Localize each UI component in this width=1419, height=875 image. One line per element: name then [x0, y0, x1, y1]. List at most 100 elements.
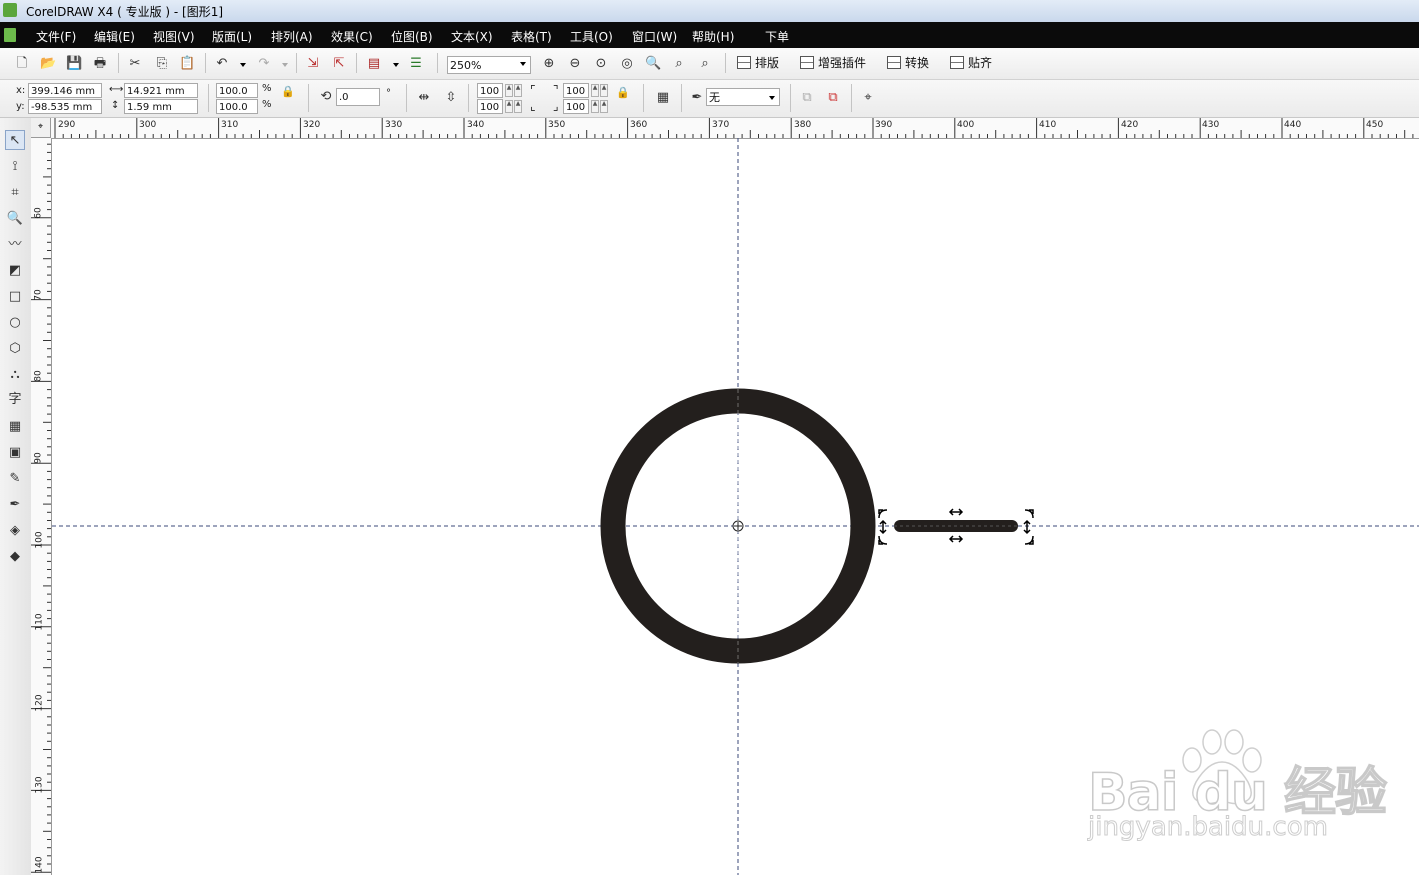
stretch2-bottom-field[interactable]: 100	[563, 99, 589, 114]
menu-bitmaps[interactable]: 位图(B)	[391, 28, 433, 45]
stretch-spinner[interactable]: ▲	[514, 100, 522, 113]
eyedropper-tool-icon[interactable]: ✎	[5, 469, 25, 489]
zoom-to-height-icon[interactable]: ⌕	[697, 56, 713, 72]
launcher-dropdown-icon[interactable]	[393, 63, 399, 67]
scale-height-field[interactable]: 100.0	[216, 99, 258, 114]
outline-dropdown-icon[interactable]	[769, 96, 775, 100]
zoom-to-width-icon[interactable]: ⌕	[671, 56, 687, 72]
mirror-horizontal-icon[interactable]: ⇹	[416, 90, 432, 106]
stretch-spinner[interactable]: ▲	[591, 100, 599, 113]
export-icon[interactable]: ⇱	[331, 56, 347, 72]
to-front-icon[interactable]: ⧉	[799, 90, 815, 106]
layout-plugin-button[interactable]: 排版	[737, 54, 779, 72]
fill-tool-icon[interactable]: ◈	[5, 521, 25, 541]
pick-tool-icon[interactable]: ↖	[5, 130, 25, 150]
rotation-icon: ⟲	[320, 89, 332, 104]
menu-help[interactable]: 帮助(H)	[692, 28, 734, 45]
menu-window[interactable]: 窗口(W)	[632, 28, 677, 45]
ellipse-tool-icon[interactable]: ○	[5, 313, 25, 333]
convert-plugin-button[interactable]: 转换	[887, 54, 929, 72]
zoom-to-all-icon[interactable]: ◎	[619, 56, 635, 72]
wrap-text-icon[interactable]: ▦	[655, 90, 671, 106]
zoom-to-selected-icon[interactable]: ⊙	[593, 56, 609, 72]
undo-dropdown-icon[interactable]	[240, 63, 246, 67]
stretch-spinner[interactable]: ▲	[600, 84, 608, 97]
interactive-fill-tool-icon[interactable]: ◆	[5, 547, 25, 567]
stretch2-top-field[interactable]: 100	[563, 83, 589, 98]
height-field[interactable]: 1.59 mm	[124, 99, 198, 114]
basic-shapes-tool-icon[interactable]: ⛬	[5, 365, 25, 385]
ruler-label: 340	[467, 120, 485, 130]
menu-edit[interactable]: 编辑(E)	[94, 28, 135, 45]
property-bar: x: 399.146 mm y: -98.535 mm ⟷ 14.921 mm …	[0, 80, 1419, 118]
ruler-label: 300	[139, 120, 157, 130]
ring-shape[interactable]	[600, 388, 876, 664]
enhance-plugin-button[interactable]: 增强插件	[800, 54, 866, 72]
crop-tool-icon[interactable]: ⌗	[5, 183, 25, 203]
menu-view[interactable]: 视图(V)	[153, 28, 195, 45]
stretch-bottom-field[interactable]: 100	[477, 99, 503, 114]
menu-effects[interactable]: 效果(C)	[331, 28, 373, 45]
table-tool-icon[interactable]: ▦	[5, 417, 25, 437]
application-launcher-icon[interactable]: ▤	[366, 56, 382, 72]
zoom-level-select[interactable]: 250%	[447, 56, 531, 74]
stretch-spinner[interactable]: ▲	[514, 84, 522, 97]
menu-tools[interactable]: 工具(O)	[570, 28, 613, 45]
interactive-blend-tool-icon[interactable]: ▣	[5, 443, 25, 463]
open-icon[interactable]: 📂	[40, 56, 56, 72]
print-icon[interactable]: 🖶	[92, 56, 108, 72]
copy-icon[interactable]: ⎘	[154, 56, 170, 72]
stretch-spinner[interactable]: ▲	[505, 100, 513, 113]
welcome-screen-icon[interactable]: ☰	[408, 56, 424, 72]
snap-plugin-button[interactable]: 贴齐	[950, 54, 992, 72]
width-field[interactable]: 14.921 mm	[124, 83, 198, 98]
zoom-in-icon[interactable]: ⊕	[541, 56, 557, 72]
stretch-spinner[interactable]: ▲	[505, 84, 513, 97]
smart-fill-tool-icon[interactable]: ◩	[5, 261, 25, 281]
to-back-icon[interactable]: ⧉	[825, 90, 841, 106]
selection-rotate-handles[interactable]	[878, 508, 1034, 545]
shape-tool-icon[interactable]: ⟟	[5, 157, 25, 177]
cut-icon[interactable]: ✂	[127, 56, 143, 72]
round-corners-lock-icon[interactable]: 🔒	[615, 85, 631, 101]
save-icon[interactable]: 💾	[66, 56, 82, 72]
menu-arrange[interactable]: 排列(A)	[271, 28, 313, 45]
zoom-out-icon[interactable]: ⊖	[567, 56, 583, 72]
document-icon[interactable]	[4, 28, 16, 42]
mirror-vertical-icon[interactable]: ⇳	[443, 90, 459, 106]
menu-order[interactable]: 下单	[765, 28, 789, 45]
stretch-spinner[interactable]: ▲	[600, 100, 608, 113]
outline-tool-icon[interactable]: ✒	[5, 495, 25, 515]
convert-to-curves-icon[interactable]: ⌖	[860, 90, 876, 106]
paste-icon[interactable]: 📋	[179, 56, 195, 72]
undo-icon[interactable]: ↶	[214, 56, 230, 72]
drawing-canvas[interactable]: 290 300 310 320 330 340 350 360 370 380 …	[31, 118, 1419, 875]
zoom-tool-icon[interactable]: 🔍	[5, 209, 25, 229]
rectangle-tool-icon[interactable]: □	[5, 287, 25, 307]
text-tool-icon[interactable]: 字	[5, 390, 25, 410]
horizontal-ruler[interactable]: 290 300 310 320 330 340 350 360 370 380 …	[31, 118, 1419, 139]
zoom-to-page-icon[interactable]: 🔍	[645, 56, 661, 72]
zoom-dropdown-icon[interactable]	[520, 62, 526, 66]
stretch-spinner[interactable]: ▲	[591, 84, 599, 97]
redo-icon[interactable]: ↷	[256, 56, 272, 72]
redo-dropdown-icon[interactable]	[282, 63, 288, 67]
vertical-ruler[interactable]: 60 70 80 90 100 110 120 130 140	[31, 138, 52, 875]
stretch-top-field[interactable]: 100	[477, 83, 503, 98]
y-position-field[interactable]: -98.535 mm	[28, 99, 102, 114]
rotation-field[interactable]: .0	[336, 88, 380, 106]
polygon-tool-icon[interactable]: ⬡	[5, 339, 25, 359]
ruler-label: 330	[385, 120, 403, 130]
menu-file[interactable]: 文件(F)	[36, 28, 76, 45]
scale-width-field[interactable]: 100.0	[216, 83, 258, 98]
selected-bar-shape[interactable]	[894, 520, 1018, 532]
new-document-icon[interactable]: 🗋	[14, 56, 30, 72]
menu-table[interactable]: 表格(T)	[511, 28, 552, 45]
ruler-origin-icon[interactable]: ⌖	[31, 118, 51, 138]
lock-ratio-icon[interactable]: 🔒	[280, 84, 296, 100]
import-icon[interactable]: ⇲	[305, 56, 321, 72]
x-position-field[interactable]: 399.146 mm	[28, 83, 102, 98]
menu-layout[interactable]: 版面(L)	[212, 28, 252, 45]
menu-text[interactable]: 文本(X)	[451, 28, 493, 45]
freehand-tool-icon[interactable]: 〰	[5, 235, 25, 255]
